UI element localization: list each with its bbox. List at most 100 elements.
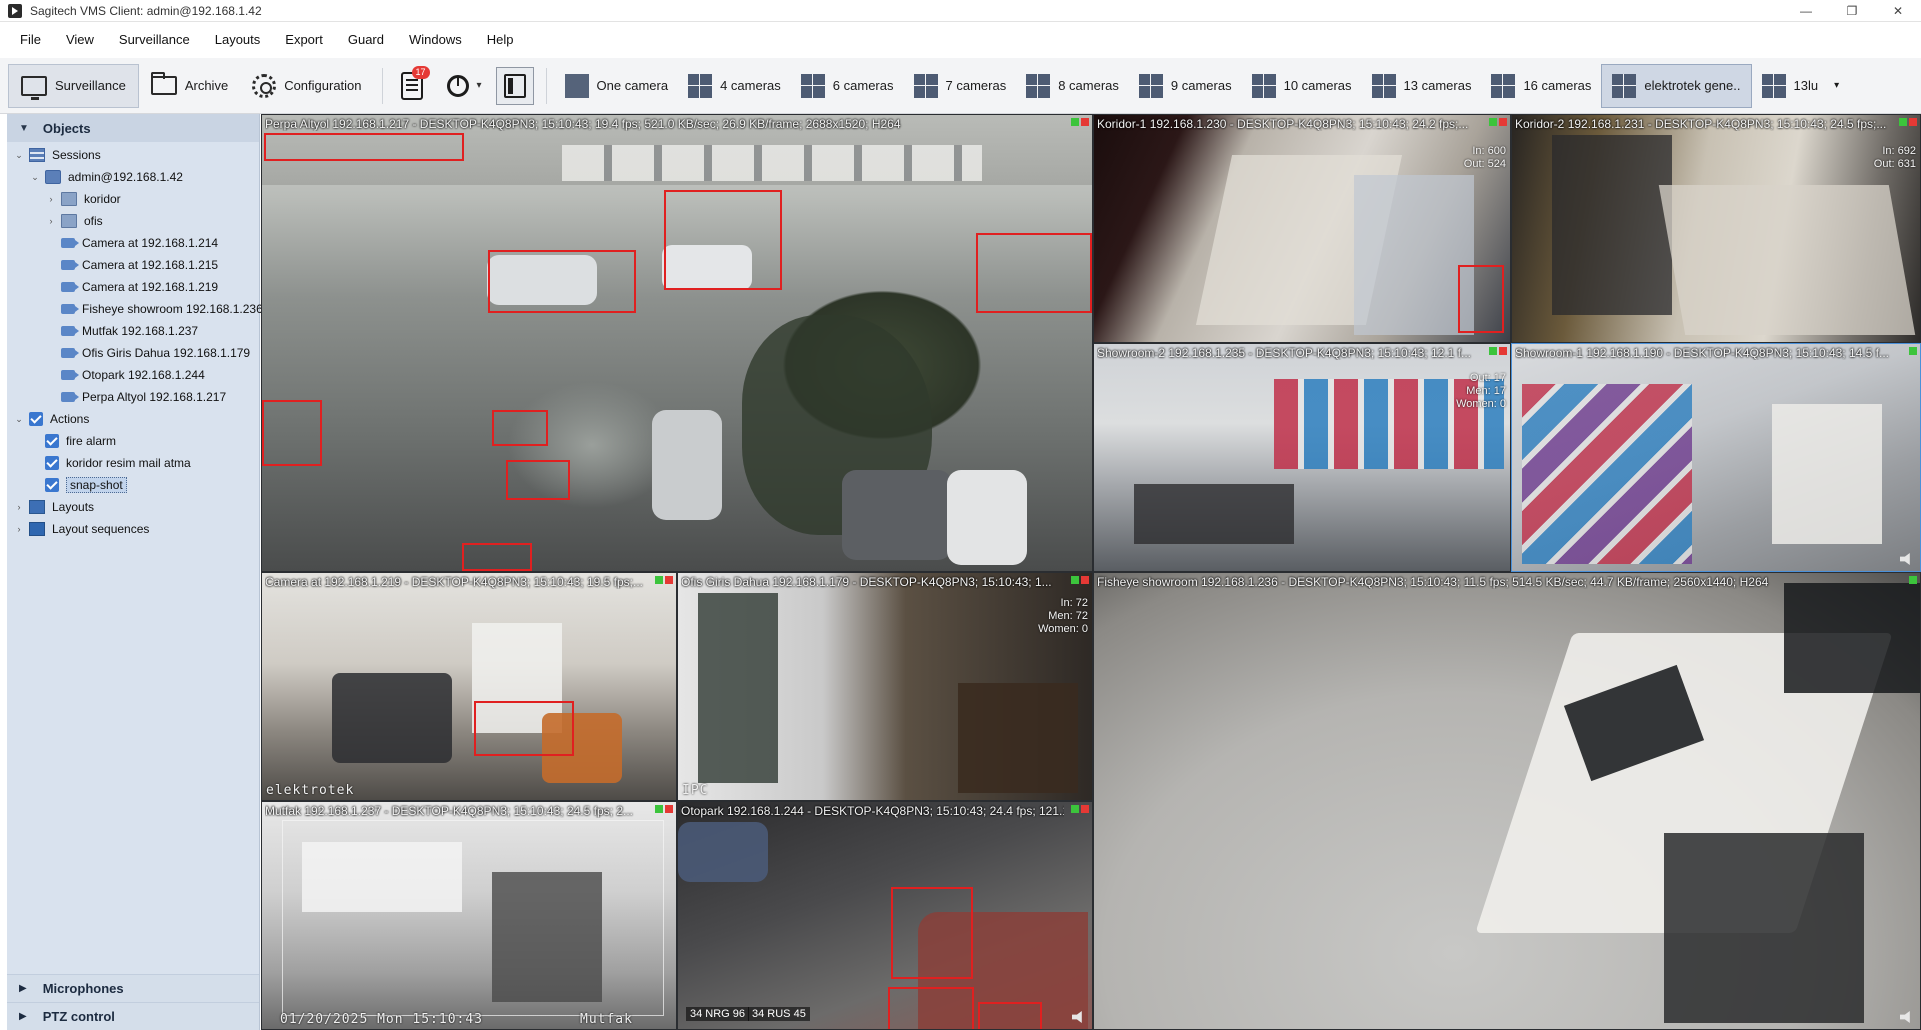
menu-help[interactable]: Help — [477, 22, 529, 58]
camera-status-indicators — [655, 576, 673, 584]
camera-tile-fisheye-showroom[interactable]: Fisheye showroom 192.168.1.236 - DESKTOP… — [1093, 572, 1921, 1030]
collapse-chevron-icon[interactable]: ⌄ — [13, 414, 25, 425]
counter-in: In: 600 — [1472, 145, 1506, 157]
collapse-chevron-icon[interactable]: ⌄ — [13, 150, 25, 161]
surveillance-mode-button[interactable]: Surveillance — [8, 63, 139, 108]
tree-item-layout-sequences[interactable]: › Layout sequences — [7, 518, 259, 540]
camera-tile-mutfak[interactable]: Mutfak 192.168.1.237 - DESKTOP-K4Q8PN3; … — [261, 801, 677, 1030]
menu-windows[interactable]: Windows — [399, 22, 477, 58]
microphones-panel-header[interactable]: ▶ Microphones — [7, 974, 259, 1002]
camera-caption: Camera at 192.168.1.219 - DESKTOP-K4Q8PN… — [265, 575, 643, 589]
expand-caret-icon[interactable]: ▶ — [19, 983, 27, 994]
chevron-down-icon[interactable]: ▾ — [477, 80, 482, 91]
surveillance-mode-label: Surveillance — [55, 78, 126, 93]
tree-item-folder-koridor[interactable]: › koridor — [7, 188, 259, 210]
layout-one-camera-button[interactable]: One camera — [555, 64, 679, 108]
tree-label: Camera at 192.168.1.215 — [82, 258, 219, 272]
camera-caption: Koridor-2 192.168.1.231 - DESKTOP-K4Q8PN… — [1515, 117, 1887, 131]
camera-tile-ofis-giris[interactable]: Ofis Giris Dahua 192.168.1.179 - DESKTOP… — [677, 572, 1093, 801]
tree-item-action[interactable]: koridor resim mail atma — [7, 452, 259, 474]
menu-export[interactable]: Export — [275, 22, 338, 58]
layout-16-cameras-button[interactable]: 16 cameras — [1481, 64, 1601, 108]
tree-item-session-user[interactable]: ⌄ admin@192.168.1.42 — [7, 166, 259, 188]
checkbox-icon[interactable] — [45, 478, 59, 492]
tree-item-camera[interactable]: Camera at 192.168.1.219 — [7, 276, 259, 298]
menu-guard[interactable]: Guard — [338, 22, 399, 58]
tree-item-action-selected[interactable]: snap-shot — [7, 474, 259, 496]
layout-8-cameras-button[interactable]: 8 cameras — [1016, 64, 1129, 108]
layout-7-cameras-button[interactable]: 7 cameras — [904, 64, 1017, 108]
menu-surveillance[interactable]: Surveillance — [109, 22, 205, 58]
expand-chevron-icon[interactable]: › — [13, 524, 25, 534]
layout-13-cameras-button[interactable]: 13 cameras — [1362, 64, 1482, 108]
checkbox-icon[interactable] — [45, 456, 59, 470]
camera-caption: Otopark 192.168.1.244 - DESKTOP-K4Q8PN3;… — [681, 804, 1064, 818]
menu-view[interactable]: View — [56, 22, 109, 58]
timer-icon[interactable] — [446, 74, 469, 97]
menu-file[interactable]: File — [10, 22, 56, 58]
checkbox-icon[interactable] — [29, 412, 43, 426]
configuration-mode-label: Configuration — [284, 78, 362, 93]
camera-tile-showroom-2[interactable]: Showroom-2 192.168.1.235 - DESKTOP-K4Q8P… — [1093, 343, 1511, 572]
camera-tile-showroom-1[interactable]: Showroom-1 192.168.1.190 - DESKTOP-K4Q8P… — [1511, 343, 1921, 572]
menu-layouts[interactable]: Layouts — [205, 22, 276, 58]
camera-status-indicators — [1489, 347, 1507, 355]
camera-status-indicators — [1909, 347, 1917, 355]
layout-10-cameras-button[interactable]: 10 cameras — [1242, 64, 1362, 108]
maximize-button[interactable]: ❐ — [1829, 0, 1875, 22]
close-button[interactable]: ✕ — [1875, 0, 1921, 22]
tree-item-action[interactable]: fire alarm — [7, 430, 259, 452]
camera-tile-camera-219[interactable]: Camera at 192.168.1.219 - DESKTOP-K4Q8PN… — [261, 572, 677, 801]
objects-panel-header[interactable]: ▼ Objects — [7, 114, 259, 142]
layout-label: 10 cameras — [1283, 78, 1352, 93]
more-layouts-chevron-icon[interactable]: ▾ — [1834, 80, 1839, 91]
archive-mode-button[interactable]: Archive — [139, 64, 240, 108]
camera-status-indicators — [1071, 118, 1089, 126]
configuration-mode-button[interactable]: Configuration — [240, 64, 373, 108]
collapse-chevron-icon[interactable]: ⌄ — [29, 172, 41, 183]
sidebar-bottom-panels: ▶ Microphones ▶ PTZ control — [7, 974, 259, 1030]
expand-caret-icon[interactable]: ▶ — [19, 1011, 27, 1022]
tree-item-camera[interactable]: Fisheye showroom 192.168.1.236 — [7, 298, 263, 320]
camera-osd-name: Mutfak — [580, 1012, 633, 1027]
tree-item-camera[interactable]: Camera at 192.168.1.215 — [7, 254, 259, 276]
camera-tile-koridor-1[interactable]: Koridor-1 192.168.1.230 - DESKTOP-K4Q8PN… — [1093, 114, 1511, 343]
layout-elektrotek-button[interactable]: elektrotek gene.. — [1601, 63, 1752, 108]
ptz-control-panel-header[interactable]: ▶ PTZ control — [7, 1002, 259, 1030]
layout-13lu-button[interactable]: 13lu — [1752, 64, 1829, 108]
layout-label: 7 cameras — [945, 78, 1007, 93]
layout-4-cameras-button[interactable]: 4 cameras — [678, 64, 791, 108]
license-plate-label: 34 RUS 45 — [748, 1007, 810, 1021]
video-grid: Perpa Altyol 192.168.1.217 - DESKTOP-K4Q… — [261, 114, 1921, 1030]
tree-item-camera[interactable]: Mutfak 192.168.1.237 — [7, 320, 259, 342]
tree-label: Mutfak 192.168.1.237 — [82, 324, 199, 338]
counter-in: In: 72 — [1060, 597, 1088, 609]
tree-item-sessions[interactable]: ⌄ Sessions — [7, 144, 259, 166]
camera-watermark: IPC — [682, 783, 709, 798]
collapse-caret-icon[interactable]: ▼ — [19, 123, 29, 134]
layout-6-cameras-button[interactable]: 6 cameras — [791, 64, 904, 108]
layout-9-cameras-button[interactable]: 9 cameras — [1129, 64, 1242, 108]
checkbox-icon[interactable] — [45, 434, 59, 448]
camera-tile-koridor-2[interactable]: Koridor-2 192.168.1.231 - DESKTOP-K4Q8PN… — [1511, 114, 1921, 343]
tree-item-camera[interactable]: Perpa Altyol 192.168.1.217 — [7, 386, 259, 408]
tree-item-camera[interactable]: Otopark 192.168.1.244 — [7, 364, 259, 386]
tree-label: ofis — [84, 214, 103, 228]
alarm-list-icon[interactable]: 17 — [400, 65, 430, 100]
expand-chevron-icon[interactable]: › — [45, 194, 57, 204]
video-feed — [1094, 115, 1510, 342]
tree-item-folder-ofis[interactable]: › ofis — [7, 210, 259, 232]
tree-item-camera[interactable]: Ofis Giris Dahua 192.168.1.179 — [7, 342, 259, 364]
tree-item-actions[interactable]: ⌄ Actions — [7, 408, 259, 430]
expand-chevron-icon[interactable]: › — [13, 502, 25, 512]
grid-16-icon — [1491, 73, 1516, 98]
tree-item-layouts[interactable]: › Layouts — [7, 496, 259, 518]
camera-tile-perpa-altyol[interactable]: Perpa Altyol 192.168.1.217 - DESKTOP-K4Q… — [261, 114, 1093, 572]
tree-item-camera[interactable]: Camera at 192.168.1.214 — [7, 232, 259, 254]
minimize-button[interactable]: — — [1783, 0, 1829, 22]
expand-chevron-icon[interactable]: › — [45, 216, 57, 226]
panel-toggle-button[interactable] — [495, 66, 534, 105]
camera-tile-otopark[interactable]: Otopark 192.168.1.244 - DESKTOP-K4Q8PN3;… — [677, 801, 1093, 1030]
detection-box — [1458, 265, 1504, 333]
counter-in: In: 692 — [1882, 145, 1916, 157]
